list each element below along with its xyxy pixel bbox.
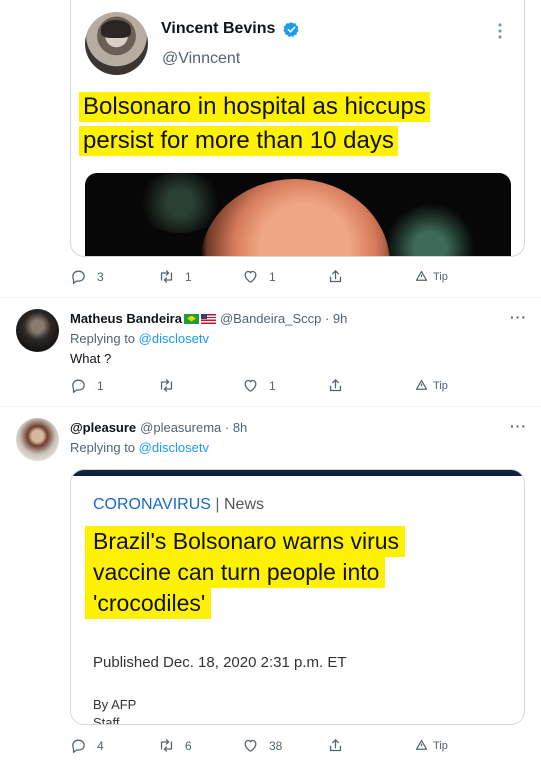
replying-to: Replying to @disclosetv (70, 440, 209, 455)
tip-icon (415, 379, 428, 390)
reply-icon (72, 739, 85, 753)
quoted-headline-line-1: Bolsonaro in hospital as hiccups (79, 92, 430, 122)
tip-icon (415, 739, 428, 750)
reply-icon (72, 379, 85, 393)
reply-author-line: @pleasure @pleasurema · 8h (70, 420, 247, 435)
article-published-date: Published Dec. 18, 2020 2:31 p.m. ET (93, 654, 347, 671)
reply-icon (72, 270, 85, 284)
like-count: 1 (269, 269, 276, 284)
tip-button[interactable]: Tip (414, 269, 448, 284)
retweet-button[interactable] (158, 377, 185, 394)
share-button[interactable] (327, 737, 344, 754)
reply-count: 3 (97, 269, 104, 284)
replying-prefix: Replying to (70, 331, 136, 346)
article-headline-line-1: Brazil's Bolsonaro warns virus (85, 526, 406, 557)
reply-button[interactable]: 4 (70, 737, 104, 754)
share-icon (329, 739, 342, 752)
image-face (200, 179, 390, 256)
article-byline: By AFP (93, 697, 137, 712)
article-screenshot-card[interactable]: CORONAVIRUS | News Brazil's Bolsonaro wa… (70, 469, 525, 725)
tip-icon (415, 270, 428, 281)
tip-label: Tip (433, 270, 448, 283)
verified-badge-icon (283, 22, 299, 37)
replying-to: Replying to @disclosetv (70, 331, 209, 346)
reply-handle-time: @Bandeira_Sccp · 9h (219, 311, 348, 326)
quoted-headline: Bolsonaro in hospital as hiccups persist … (79, 90, 464, 158)
like-icon (244, 270, 257, 283)
reply-actions: 4 6 38 Tip (70, 737, 470, 757)
tip-button[interactable]: Tip (414, 738, 448, 753)
like-icon (244, 379, 257, 392)
article-headline-line-3: 'crocodiles' (85, 588, 212, 619)
like-count: 1 (269, 378, 276, 393)
share-icon (329, 270, 342, 283)
share-button[interactable] (327, 377, 344, 394)
reply-text: What ? (70, 351, 112, 366)
article-section: News (224, 496, 265, 513)
more-icon[interactable]: ··· (510, 309, 527, 325)
quoted-author-name: Vincent Bevins (161, 20, 276, 37)
article-kicker: CORONAVIRUS | News (93, 496, 264, 514)
like-button[interactable]: 1 (242, 268, 276, 285)
more-icon[interactable]: ··· (510, 418, 527, 434)
reply-button[interactable]: 1 (70, 377, 104, 394)
retweet-count: 1 (185, 269, 192, 284)
reply-handle-time: @pleasurema · 8h (140, 420, 248, 435)
tip-label: Tip (433, 379, 448, 392)
quoted-media-image[interactable] (85, 173, 511, 256)
quoted-author-avatar (85, 12, 148, 75)
avatar[interactable] (16, 418, 59, 461)
tip-button[interactable]: Tip (414, 378, 448, 393)
quoted-tweet-card[interactable]: Vincent Bevins @Vinncent Bolsonaro in ho… (70, 0, 525, 257)
replying-to-link[interactable]: @disclosetv (139, 440, 209, 455)
brazil-flag-icon (183, 313, 199, 324)
avatar[interactable] (16, 309, 59, 352)
divider (0, 406, 541, 407)
image-shape-right (385, 203, 475, 256)
retweet-count: 6 (185, 738, 192, 753)
reply-author-name[interactable]: Matheus Bandeira (70, 311, 182, 326)
reply-button[interactable]: 3 (70, 268, 104, 285)
like-button[interactable]: 38 (242, 737, 282, 754)
reply-count: 1 (97, 378, 104, 393)
retweet-icon (160, 270, 173, 283)
usa-flag-icon (200, 313, 216, 324)
quoted-headline-line-2: persist for more than 10 days (79, 126, 398, 156)
retweet-button[interactable]: 6 (158, 737, 192, 754)
retweet-icon (160, 739, 173, 752)
like-button[interactable]: 1 (242, 377, 276, 394)
article-category: CORONAVIRUS (93, 496, 211, 513)
reply-author-name[interactable]: @pleasure (70, 420, 136, 435)
reply-author-line: Matheus Bandeira @Bandeira_Sccp · 9h (70, 311, 347, 326)
retweet-icon (160, 379, 173, 392)
share-icon (329, 379, 342, 392)
like-icon (244, 739, 257, 752)
article-header-bar (71, 470, 524, 476)
quoted-author-handle: @Vinncent (162, 50, 241, 67)
tip-label: Tip (433, 739, 448, 752)
reply-count: 4 (97, 738, 104, 753)
article-separator: | (215, 496, 220, 513)
article-headline: Brazil's Bolsonaro warns virus vaccine ca… (85, 526, 465, 619)
like-count: 38 (269, 738, 283, 753)
replying-to-link[interactable]: @disclosetv (139, 331, 209, 346)
more-icon[interactable] (497, 22, 503, 40)
share-button[interactable] (327, 268, 344, 285)
reply-actions: 1 1 Tip (70, 377, 470, 397)
divider (0, 297, 541, 298)
article-staff: Staff (93, 715, 120, 725)
retweet-button[interactable]: 1 (158, 268, 192, 285)
article-headline-line-2: vaccine can turn people into (85, 557, 386, 588)
tweet-actions: 3 1 1 Tip (70, 268, 470, 288)
replying-prefix: Replying to (70, 440, 136, 455)
